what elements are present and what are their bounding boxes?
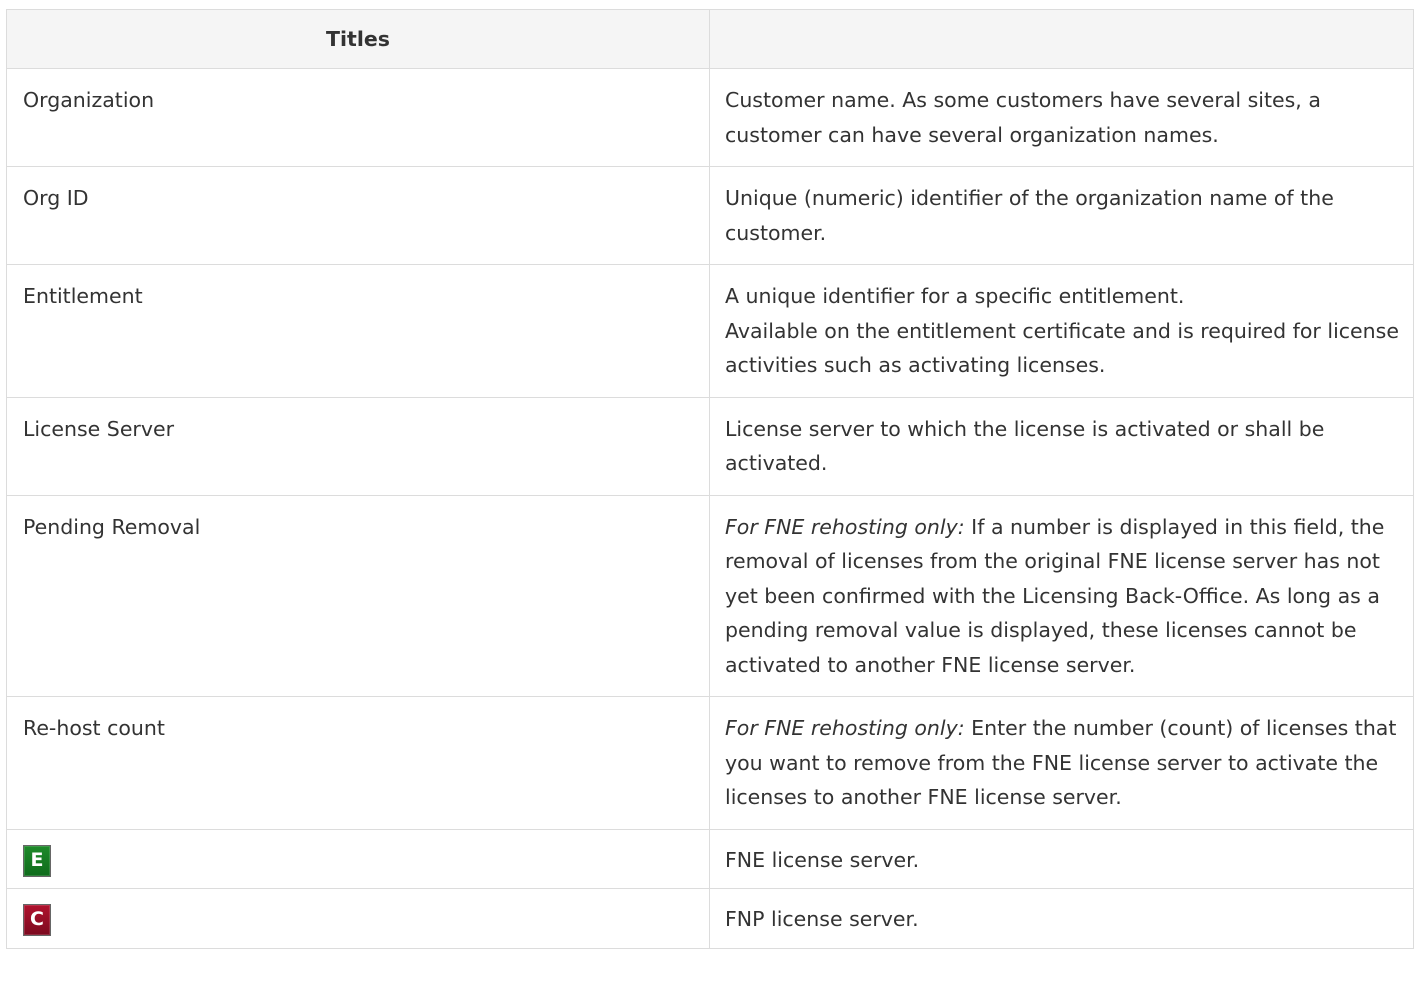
table-row: C FNP license server. [6,888,1414,949]
table-row: License Server License server to which t… [6,396,1414,496]
row-title: E [6,828,710,889]
description-line: Available on the entitlement certificate… [725,318,1399,378]
row-description: License server to which the license is a… [709,396,1414,496]
table-row: Org ID Unique (numeric) identifier of th… [6,166,1414,265]
table-row: Re-host count For FNE rehosting only: En… [6,696,1414,830]
table-header-row: Titles [6,9,1414,69]
row-description: A unique identifier for a specific entit… [709,264,1414,398]
column-header-titles: Titles [6,9,710,69]
table-row: Entitlement A unique identifier for a sp… [6,264,1414,398]
row-title: Pending Removal [6,494,710,697]
table-row: Pending Removal For FNE rehosting only: … [6,494,1414,697]
table-row: E FNE license server. [6,828,1414,889]
row-title: Re-host count [6,696,710,830]
row-title: Entitlement [6,264,710,398]
row-description: Unique (numeric) identifier of the organ… [709,166,1414,265]
column-header-description [709,9,1414,69]
license-fields-table: Titles Organization Customer name. As so… [6,9,1414,949]
row-title: License Server [6,396,710,496]
row-title: C [6,888,710,949]
row-description: For FNE rehosting only: Enter the number… [709,696,1414,830]
fne-server-icon: E [23,844,51,877]
row-description: FNP license server. [709,888,1414,949]
description-line: A unique identifier for a specific entit… [725,284,1185,308]
row-description: Customer name. As some customers have se… [709,68,1414,167]
row-description: For FNE rehosting only: If a number is d… [709,494,1414,697]
row-title: Organization [6,68,710,167]
table-row: Organization Customer name. As some cust… [6,68,1414,167]
fnp-server-icon: C [23,904,51,936]
emphasis-note: For FNE rehosting only: [725,514,965,539]
row-title: Org ID [6,166,710,265]
row-description: FNE license server. [709,828,1414,889]
emphasis-note: For FNE rehosting only: [725,716,965,740]
